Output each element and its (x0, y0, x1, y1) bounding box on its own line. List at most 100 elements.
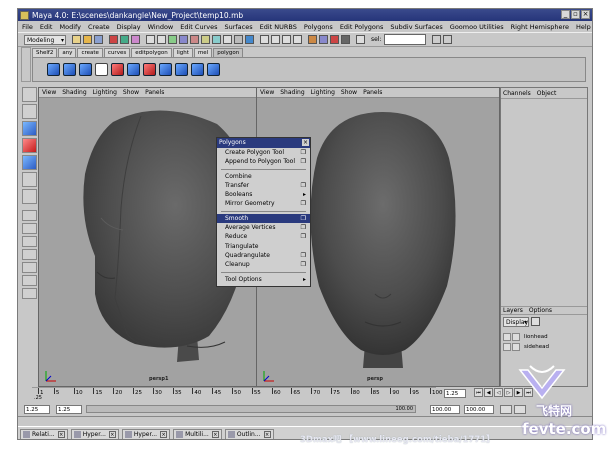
menu-polygons[interactable]: Polygons (304, 23, 333, 31)
lock-selection-icon[interactable] (234, 35, 243, 44)
current-time-field[interactable]: 1.25 (444, 389, 466, 398)
option-box-icon[interactable]: ❐ (301, 181, 306, 190)
right-menu-lighting[interactable]: Lighting (311, 89, 335, 96)
right-menu-show[interactable]: Show (341, 89, 357, 96)
shelf-menu-handle[interactable] (21, 47, 31, 82)
play-back-icon[interactable]: ◁ (494, 388, 503, 397)
layer-display-selector[interactable]: Display (503, 317, 529, 327)
minimized-outliner[interactable]: Outlin... × (224, 428, 274, 439)
toggle-channel-box-icon[interactable] (442, 35, 452, 44)
two-view-layout-icon[interactable] (22, 236, 37, 247)
shelf-tab-light[interactable]: light (172, 48, 193, 57)
minimized-multilister[interactable]: Multili... × (173, 428, 222, 439)
menu-goomoo-utilities[interactable]: Goomoo Utilities (450, 23, 504, 31)
option-box-icon[interactable]: ❐ (301, 260, 306, 269)
option-box-icon[interactable]: ❐ (301, 214, 306, 223)
polygons-menu-item[interactable]: Booleans ▸ (217, 190, 310, 199)
save-scene-icon[interactable] (94, 35, 103, 44)
polygons-menu-item[interactable]: Mirror Geometry ❐ (217, 199, 310, 208)
polygons-menu-item[interactable]: Smooth ❐ (217, 213, 310, 224)
layers-menu[interactable]: Layers (503, 307, 523, 314)
shelf-tab-mel[interactable]: mel (193, 48, 213, 57)
polygons-menu-item[interactable]: Append to Polygon Tool ❐ (217, 157, 310, 166)
poly-plane-icon[interactable] (191, 63, 204, 76)
range-end-field[interactable]: 100.00 (430, 405, 460, 414)
anim-prefs-icon[interactable] (514, 405, 526, 414)
shelf-tab-create[interactable]: create (77, 48, 103, 57)
close-icon[interactable]: × (57, 430, 65, 438)
layer-row[interactable]: lionhead (503, 332, 548, 341)
snap-grid-icon[interactable] (260, 35, 269, 44)
left-menu-panels[interactable]: Panels (145, 89, 164, 96)
last-tool-icon[interactable] (22, 189, 37, 204)
menu-edit-curves[interactable]: Edit Curves (180, 23, 217, 31)
new-scene-icon[interactable] (72, 35, 81, 44)
hypershade-layout-icon[interactable] (22, 288, 37, 299)
layer-type-toggle[interactable] (512, 332, 520, 341)
render-globals-icon[interactable] (341, 35, 350, 44)
poly-bevel-icon[interactable] (175, 63, 188, 76)
shelf-tab-shelf2[interactable]: Shelf2 (32, 48, 58, 57)
layer-visibility-toggle[interactable] (503, 342, 511, 351)
polygons-menu-item[interactable]: Triangulate (217, 242, 310, 251)
range-start2-field[interactable]: 1.25 (56, 405, 82, 414)
minimized-relationship-editor[interactable]: Relati... × (20, 428, 68, 439)
close-button[interactable]: × (581, 10, 590, 19)
lasso-tool-icon[interactable] (22, 104, 37, 119)
layer-row[interactable]: sidehead (503, 342, 549, 351)
select-component-icon[interactable] (131, 35, 140, 44)
select-tool-icon[interactable] (22, 87, 37, 102)
menu-file[interactable]: File (22, 23, 33, 31)
minimize-button[interactable]: _ (561, 10, 570, 19)
select-dynamics-icon[interactable] (201, 35, 210, 44)
snap-view-plane-icon[interactable] (293, 35, 302, 44)
range-start-field[interactable]: 1.25 (24, 405, 50, 414)
left-menu-lighting[interactable]: Lighting (93, 89, 117, 96)
three-view-layout-icon[interactable] (22, 249, 37, 260)
polygons-menu-item[interactable]: Tool Options ▸ (217, 275, 310, 284)
layer-type-toggle[interactable] (512, 342, 520, 351)
move-tool-icon[interactable] (22, 121, 37, 136)
select-joints-icon[interactable] (157, 35, 166, 44)
left-menu-show[interactable]: Show (123, 89, 139, 96)
minimized-hypershade[interactable]: Hyper... × (121, 428, 171, 439)
toggle-attribute-editor-icon[interactable] (431, 35, 441, 44)
four-view-layout-icon[interactable] (22, 223, 37, 234)
object-menu[interactable]: Object (537, 90, 557, 97)
menu-surfaces[interactable]: Surfaces (224, 23, 252, 31)
time-slider[interactable]: 1 5 10 15 20 25 30 35 40 45 50 55 60 65 70 75 80 85 90 95 10… (32, 387, 443, 403)
rotate-tool-icon[interactable] (22, 138, 37, 153)
select-object-icon[interactable] (120, 35, 129, 44)
menu-right-hemisphere[interactable]: Right Hemisphere (511, 23, 569, 31)
close-icon[interactable]: × (263, 430, 271, 438)
menu-modify[interactable]: Modify (59, 23, 81, 31)
construction-history-icon[interactable] (308, 35, 317, 44)
highlight-selection-icon[interactable] (245, 35, 254, 44)
option-box-icon[interactable]: ❐ (301, 199, 306, 208)
snap-point-icon[interactable] (282, 35, 291, 44)
select-misc-icon[interactable] (223, 35, 232, 44)
single-view-layout-icon[interactable] (22, 210, 37, 221)
poly-split-icon[interactable] (63, 63, 76, 76)
menu-create[interactable]: Create (88, 23, 110, 31)
render-view-icon[interactable] (319, 35, 328, 44)
manipulator-tool-icon[interactable] (22, 172, 37, 187)
new-layer-icon[interactable] (531, 317, 540, 326)
snap-curve-icon[interactable] (271, 35, 280, 44)
shelf-tab-editpolygon[interactable]: editpolygon (131, 48, 172, 57)
minimized-hypergraph[interactable]: Hyper... × (70, 428, 119, 439)
close-icon[interactable]: × (108, 430, 116, 438)
outliner-layout-icon[interactable] (22, 262, 37, 273)
selection-input[interactable] (383, 34, 426, 45)
polygons-menu-item[interactable]: Transfer ❐ (217, 181, 310, 190)
polygons-menu-item[interactable]: Combine (217, 172, 310, 181)
option-box-icon[interactable]: ❐ (301, 232, 306, 241)
input-box-icon[interactable] (356, 35, 365, 44)
poly-wedge-icon[interactable] (207, 63, 220, 76)
menu-help[interactable]: Help (576, 23, 591, 31)
open-scene-icon[interactable] (83, 35, 92, 44)
polygons-menu-item[interactable]: Create Polygon Tool ❐ (217, 148, 310, 157)
menu-display[interactable]: Display (117, 23, 141, 31)
left-menu-view[interactable]: View (42, 89, 56, 96)
poly-smooth-icon[interactable] (159, 63, 172, 76)
